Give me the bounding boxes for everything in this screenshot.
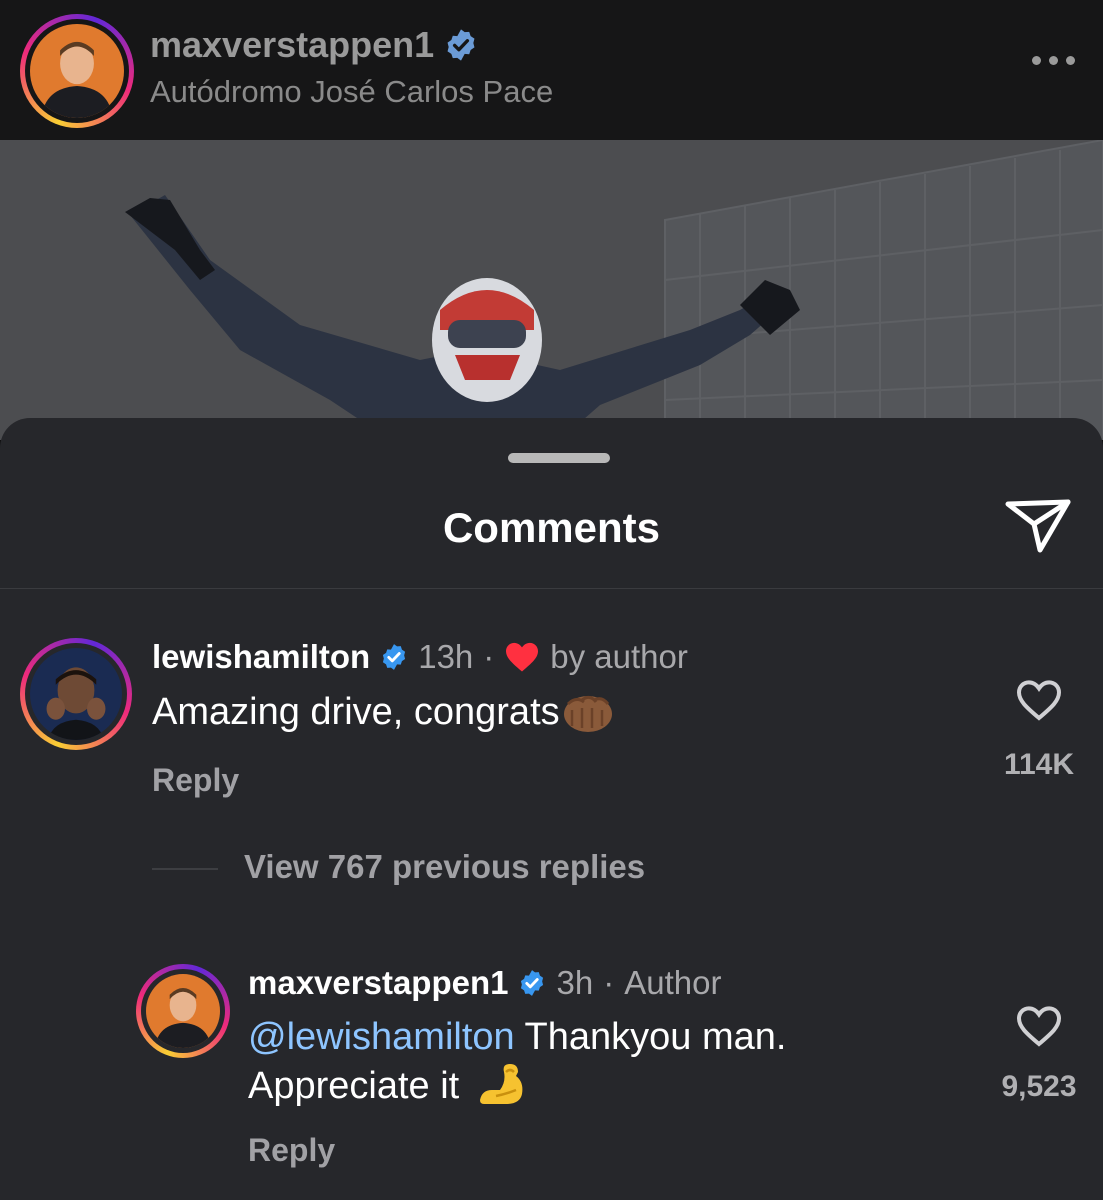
like-count: 114K <box>1003 748 1075 781</box>
liked-by-author-label: by author <box>550 638 688 675</box>
sheet-title: Comments <box>442 504 661 551</box>
flexed-biceps-emoji <box>479 1064 523 1104</box>
meta-separator: · <box>603 964 615 1001</box>
replies-connector-line <box>152 868 218 870</box>
send-icon[interactable] <box>1004 496 1072 556</box>
driver-avatar-image <box>146 974 220 1048</box>
divider <box>0 588 1103 589</box>
comment-body: Amazing drive, congrats <box>152 690 560 733</box>
post-author-avatar[interactable] <box>20 14 134 128</box>
post-header: maxverstappen1 Autódromo José Carlos Pac… <box>0 0 1103 140</box>
avatar <box>146 974 220 1048</box>
more-options-icon[interactable] <box>1032 56 1075 65</box>
celebrating-driver-photo <box>0 140 1103 440</box>
reply-meta: maxverstappen1 3h · Author <box>248 964 721 1002</box>
dot <box>1032 56 1041 65</box>
post-image[interactable] <box>0 140 1103 440</box>
verified-badge-icon <box>521 970 544 996</box>
comments-sheet: Comments lewishamilton 13h · by author A… <box>0 418 1103 1200</box>
comment-avatar[interactable] <box>20 638 132 750</box>
driver-avatar-image <box>30 24 124 118</box>
heart-outline-icon[interactable] <box>1015 678 1063 722</box>
meta-separator: · <box>483 638 495 675</box>
heart-filled-icon <box>506 642 539 672</box>
post-username[interactable]: maxverstappen1 <box>150 24 434 66</box>
view-previous-replies-button[interactable]: View 767 previous replies <box>244 848 645 886</box>
comment-meta: lewishamilton 13h · by author <box>152 638 688 676</box>
comment-text: Amazing drive, congrats <box>152 690 614 734</box>
commenter-avatar-image <box>30 648 122 740</box>
reply-button[interactable]: Reply <box>152 762 239 799</box>
avatar <box>30 648 122 740</box>
drag-handle[interactable] <box>508 453 610 463</box>
author-label: Author <box>624 964 722 1001</box>
comment-username[interactable]: lewishamilton <box>152 638 370 676</box>
reply-text: @lewishamilton Thankyou man. Appreciate … <box>248 1014 948 1109</box>
dot <box>1066 56 1075 65</box>
fist-bump-emoji <box>563 695 612 732</box>
mention-link[interactable]: @lewishamilton <box>248 1016 515 1058</box>
verified-badge-icon <box>447 29 475 61</box>
heart-outline-icon[interactable] <box>1015 1004 1063 1048</box>
reply-avatar[interactable] <box>136 964 230 1058</box>
reply-body-line1: Thankyou man. <box>514 1016 787 1058</box>
post-author-name[interactable]: maxverstappen1 <box>150 24 478 66</box>
post-location[interactable]: Autódromo José Carlos Pace <box>150 74 553 110</box>
reply-button[interactable]: Reply <box>248 1132 335 1169</box>
like-count: 9,523 <box>1001 1070 1077 1103</box>
reply-time: 3h <box>556 964 594 1001</box>
dot <box>1049 56 1058 65</box>
verified-badge-icon <box>383 644 406 670</box>
avatar <box>30 24 124 118</box>
reply-username[interactable]: maxverstappen1 <box>248 964 508 1002</box>
reply-body-line2: Appreciate it <box>248 1065 460 1107</box>
comment-time: 13h <box>418 638 474 675</box>
